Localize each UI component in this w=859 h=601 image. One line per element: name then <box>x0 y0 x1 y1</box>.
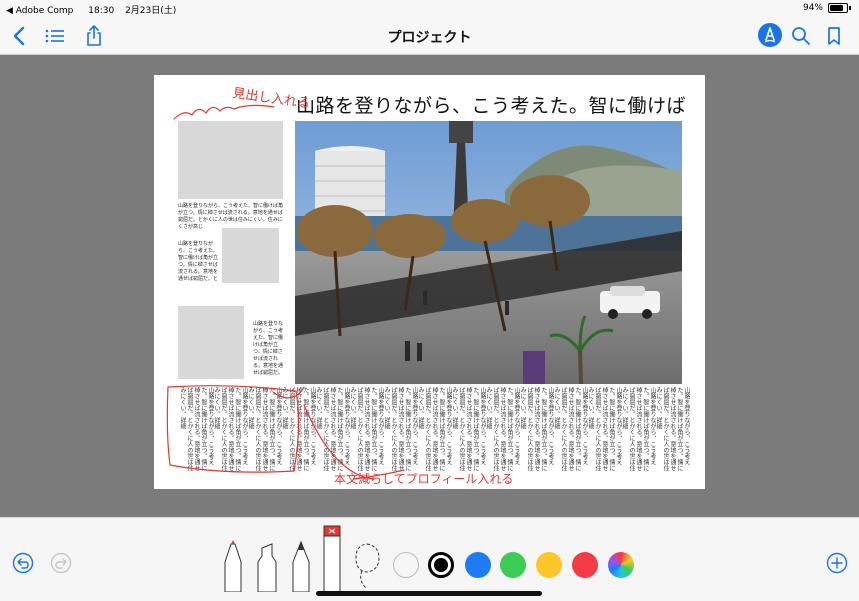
body-column: 山路を登りながら、こう考えた。智に働けば角が立つ。情に棹させば流される。意地を通… <box>316 387 350 471</box>
body-column: 山路を登りながら、こう考えた。智に働けば角が立つ。情に棹させば流される。意地を通… <box>520 387 554 471</box>
selected-color-dot <box>434 558 448 572</box>
nav-bar: プロジェクト <box>0 18 859 55</box>
marker-tool[interactable] <box>256 542 278 596</box>
body-column: 山路を登りながら、こう考えた。智に働けば角が立つ。情に棹させば流される。意地を通… <box>554 387 588 471</box>
markup-toolbar <box>0 517 859 601</box>
status-date: 2月23日(土) <box>125 6 177 16</box>
body-column: 山路を登りながら、こう考えた。智に働けば角が立つ。情に棹させば流される。意地を通… <box>248 387 282 471</box>
body-column: 山路を登りながら、こう考えた。智に働けば角が立つ。情に棹させば流される。意地を通… <box>214 387 248 471</box>
back-to-app-link[interactable]: ◀ Adobe Comp <box>6 6 73 16</box>
body-column: 山路を登りながら、こう考えた。智に働けば角が立つ。情に棹させば流される。意地を通… <box>180 387 214 471</box>
eraser-tool[interactable] <box>322 524 342 598</box>
color-swatch-green[interactable] <box>500 552 526 578</box>
color-swatch-blue[interactable] <box>465 552 491 578</box>
body-column: 山路を登りながら、こう考えた。智に働けば角が立つ。情に棹させば流される。意地を通… <box>384 387 418 471</box>
caption-2: 山路を登りながら、こう考えた。智に働けば角が立つ。情に棹させば流される。意地を通… <box>178 241 219 282</box>
caption-1: 山路を登りながら、こう考えた。智に働けば角が立つ。情に棹させば流される。意地を通… <box>178 203 284 230</box>
body-column: 山路を登りながら、こう考えた。智に働けば角が立つ。情に棹させば流される。意地を通… <box>656 387 690 471</box>
status-time: 18:30 <box>88 6 115 16</box>
pencil-tool[interactable] <box>290 540 312 596</box>
search-icon[interactable] <box>789 24 813 48</box>
battery-nub <box>849 6 851 10</box>
document-page[interactable]: 山路を登りながら、こう考えた。智に働けば 山路を登りながら、こう考えた。智に働け… <box>154 75 705 489</box>
body-column: 山路を登りながら、こう考えた。智に働けば角が立つ。情に棹させば流される。意地を通… <box>588 387 622 471</box>
home-indicator[interactable] <box>316 591 542 596</box>
body-column: 山路を登りながら、こう考えた。智に働けば角が立つ。情に棹させば流される。意地を通… <box>622 387 656 471</box>
headline: 山路を登りながら、こう考えた。智に働けば <box>296 95 687 117</box>
lasso-tool[interactable] <box>352 540 382 594</box>
body-column: 山路を登りながら、こう考えた。智に働けば角が立つ。情に棹させば流される。意地を通… <box>350 387 384 471</box>
page-title: プロジェクト <box>387 30 472 46</box>
status-right: 94% <box>803 3 851 13</box>
color-picker-wheel-icon[interactable] <box>608 552 634 578</box>
redo-icon[interactable] <box>50 552 72 578</box>
status-bar: ◀ Adobe Comp 18:30 2月23日(土) 94% <box>0 0 859 18</box>
body-text-columns: 山路を登りながら、こう考えた。智に働けば角が立つ。情に棹させば流される。意地を通… <box>168 387 690 473</box>
bookmark-icon[interactable] <box>822 24 846 48</box>
pen-tool[interactable] <box>222 540 244 596</box>
document-canvas[interactable]: 山路を登りながら、こう考えた。智に働けば 山路を登りながら、こう考えた。智に働け… <box>0 55 859 517</box>
undo-icon[interactable] <box>12 552 34 578</box>
markup-pen-icon[interactable] <box>757 22 783 48</box>
color-swatch-black-selected[interactable] <box>428 552 454 578</box>
body-column: 山路を登りながら、こう考えた。智に働けば角が立つ。情に棹させば流される。意地を通… <box>452 387 486 471</box>
image-placeholder-2 <box>222 228 279 283</box>
plus-circle-icon[interactable] <box>826 552 848 578</box>
battery-icon <box>828 3 848 13</box>
color-swatch-white[interactable] <box>393 552 419 578</box>
status-left: ◀ Adobe Comp 18:30 2月23日(土) <box>6 3 176 16</box>
image-placeholder-1 <box>178 121 283 199</box>
battery-percent: 94% <box>802 3 823 13</box>
color-swatch-red[interactable] <box>572 552 598 578</box>
body-column: 山路を登りながら、こう考えた。智に働けば角が立つ。情に棹させば流される。意地を通… <box>418 387 452 471</box>
main-photo <box>295 121 682 384</box>
body-column: 山路を登りながら、こう考えた。智に働けば角が立つ。情に棹させば流される。意地を通… <box>282 387 316 471</box>
color-swatch-yellow[interactable] <box>536 552 562 578</box>
image-placeholder-3 <box>178 306 244 379</box>
caption-3: 山路を登りながら、こう考えた。智に働けば角が立つ。情に棹させば流される。意地を通… <box>253 321 284 376</box>
annotation-bottom: 本文減らしてプロフィール入れる <box>334 471 513 486</box>
body-column: 山路を登りながら、こう考えた。智に働けば角が立つ。情に棹させば流される。意地を通… <box>486 387 520 471</box>
